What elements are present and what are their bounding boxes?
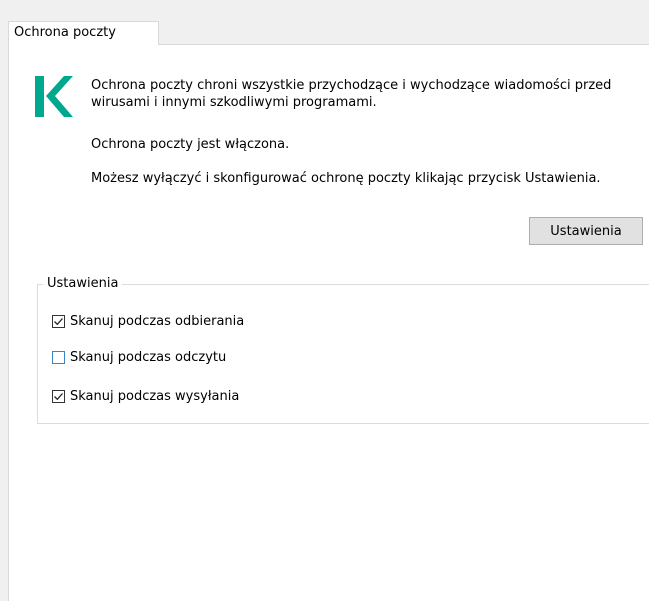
scan-on-read-label: Skanuj podczas odczytu xyxy=(70,349,227,365)
tab-mail-protection[interactable]: Ochrona poczty xyxy=(8,21,159,45)
description-text: Ochrona poczty chroni wszystkie przychod… xyxy=(91,78,612,110)
hint-text: Możesz wyłączyć i skonfigurować ochronę … xyxy=(91,171,601,186)
scan-on-send-label: Skanuj podczas wysyłania xyxy=(70,388,240,404)
scan-on-read-option[interactable]: Skanuj podczas odczytu xyxy=(52,348,226,366)
scan-on-send-option[interactable]: Skanuj podczas wysyłania xyxy=(52,387,239,405)
tab-label: Ochrona poczty xyxy=(14,25,116,40)
settings-button[interactable]: Ustawienia xyxy=(529,217,643,245)
scan-on-send-checkbox[interactable] xyxy=(52,389,65,403)
scan-on-read-checkbox[interactable] xyxy=(52,350,65,364)
settings-group-legend: Ustawienia xyxy=(43,276,123,292)
status-text: Ochrona poczty jest włączona. xyxy=(91,137,290,152)
scan-on-receive-label: Skanuj podczas odbierania xyxy=(70,313,245,329)
scan-on-receive-checkbox[interactable] xyxy=(52,314,65,328)
scan-on-receive-option[interactable]: Skanuj podczas odbierania xyxy=(52,312,244,330)
kaspersky-logo-icon xyxy=(33,74,73,119)
